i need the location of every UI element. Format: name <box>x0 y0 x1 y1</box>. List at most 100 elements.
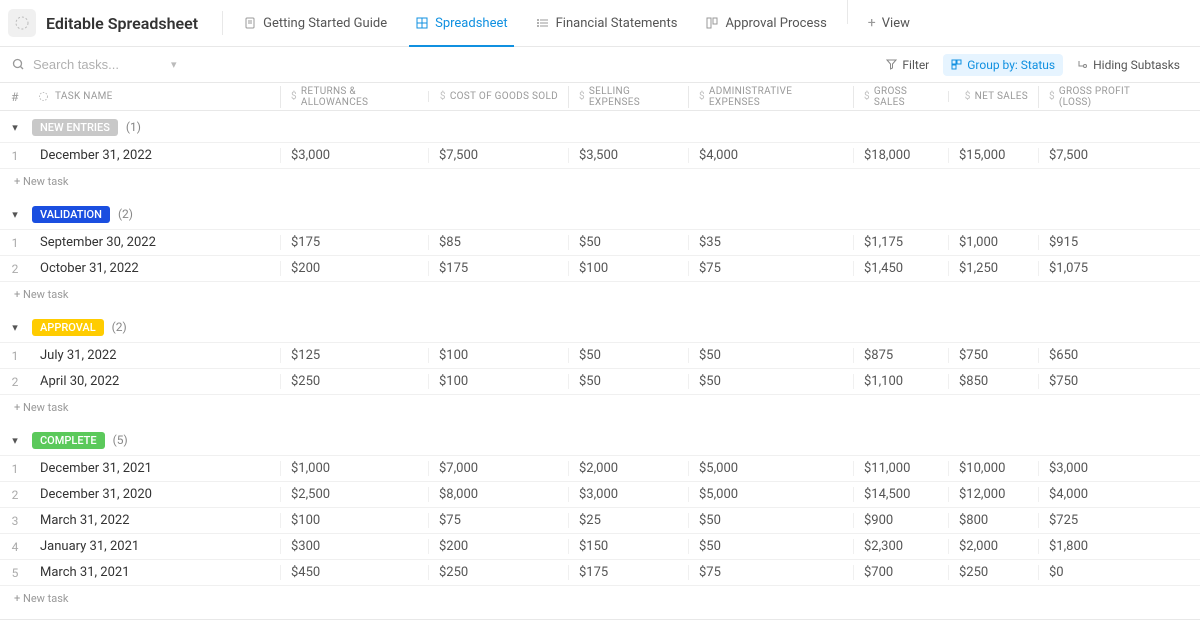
cell-net-sales[interactable]: $15,000 <box>948 148 1038 163</box>
col-returns[interactable]: $RETURNS & ALLOWANCES <box>280 86 428 108</box>
cell-returns[interactable]: $125 <box>280 348 428 363</box>
cell-returns[interactable]: $250 <box>280 374 428 389</box>
cell-gross-sales[interactable]: $1,175 <box>853 235 948 250</box>
col-admin[interactable]: $ADMINISTRATIVE EXPENSES <box>688 86 853 108</box>
tab-getting-started[interactable]: Getting Started Guide <box>229 0 401 47</box>
cell-admin[interactable]: $5,000 <box>688 487 853 502</box>
cell-gross-profit[interactable]: $915 <box>1038 235 1170 250</box>
cell-returns[interactable]: $175 <box>280 235 428 250</box>
cell-admin[interactable]: $35 <box>688 235 853 250</box>
cell-selling[interactable]: $50 <box>568 374 688 389</box>
cell-cogs[interactable]: $100 <box>428 348 568 363</box>
cell-returns[interactable]: $200 <box>280 261 428 276</box>
table-row[interactable]: 3March 31, 2022$100$75$25$50$900$800$725 <box>0 507 1200 534</box>
tab-add-view[interactable]: + View <box>854 0 924 47</box>
task-name-cell[interactable]: December 31, 2021 <box>30 461 280 476</box>
cell-net-sales[interactable]: $250 <box>948 565 1038 580</box>
cell-selling[interactable]: $25 <box>568 513 688 528</box>
cell-cogs[interactable]: $175 <box>428 261 568 276</box>
cell-gross-profit[interactable]: $650 <box>1038 348 1170 363</box>
group-badge[interactable]: APPROVAL <box>32 319 104 336</box>
cell-admin[interactable]: $50 <box>688 348 853 363</box>
groupby-button[interactable]: Group by: Status <box>943 54 1063 76</box>
table-row[interactable]: 1December 31, 2021$1,000$7,000$2,000$5,0… <box>0 455 1200 482</box>
cell-net-sales[interactable]: $10,000 <box>948 461 1038 476</box>
cell-returns[interactable]: $2,500 <box>280 487 428 502</box>
new-task-button[interactable]: + New task <box>0 282 1200 311</box>
cell-admin[interactable]: $5,000 <box>688 461 853 476</box>
table-row[interactable]: 4January 31, 2021$300$200$150$50$2,300$2… <box>0 533 1200 560</box>
new-task-button[interactable]: + New task <box>0 395 1200 424</box>
cell-gross-sales[interactable]: $900 <box>853 513 948 528</box>
cell-cogs[interactable]: $200 <box>428 539 568 554</box>
app-icon[interactable] <box>8 9 36 37</box>
cell-cogs[interactable]: $250 <box>428 565 568 580</box>
table-row[interactable]: 1July 31, 2022$125$100$50$50$875$750$650 <box>0 342 1200 369</box>
new-task-button[interactable]: + New task <box>0 169 1200 198</box>
cell-gross-sales[interactable]: $11,000 <box>853 461 948 476</box>
table-row[interactable]: 2October 31, 2022$200$175$100$75$1,450$1… <box>0 255 1200 282</box>
cell-returns[interactable]: $1,000 <box>280 461 428 476</box>
cell-admin[interactable]: $50 <box>688 374 853 389</box>
filter-button[interactable]: Filter <box>878 54 937 76</box>
cell-admin[interactable]: $75 <box>688 261 853 276</box>
cell-cogs[interactable]: $7,000 <box>428 461 568 476</box>
table-row[interactable]: 2April 30, 2022$250$100$50$50$1,100$850$… <box>0 368 1200 395</box>
cell-gross-profit[interactable]: $7,500 <box>1038 148 1170 163</box>
cell-gross-sales[interactable]: $875 <box>853 348 948 363</box>
cell-gross-sales[interactable]: $1,100 <box>853 374 948 389</box>
cell-selling[interactable]: $2,000 <box>568 461 688 476</box>
cell-gross-sales[interactable]: $14,500 <box>853 487 948 502</box>
cell-returns[interactable]: $3,000 <box>280 148 428 163</box>
cell-net-sales[interactable]: $850 <box>948 374 1038 389</box>
cell-cogs[interactable]: $75 <box>428 513 568 528</box>
col-task[interactable]: TASK NAME <box>30 91 280 102</box>
cell-gross-profit[interactable]: $750 <box>1038 374 1170 389</box>
new-task-button[interactable]: + New task <box>0 586 1200 615</box>
cell-admin[interactable]: $4,000 <box>688 148 853 163</box>
cell-gross-profit[interactable]: $1,075 <box>1038 261 1170 276</box>
cell-net-sales[interactable]: $2,000 <box>948 539 1038 554</box>
cell-gross-sales[interactable]: $18,000 <box>853 148 948 163</box>
cell-selling[interactable]: $3,500 <box>568 148 688 163</box>
cell-selling[interactable]: $150 <box>568 539 688 554</box>
tab-spreadsheet[interactable]: Spreadsheet <box>401 0 522 47</box>
cell-admin[interactable]: $50 <box>688 513 853 528</box>
hiding-button[interactable]: Hiding Subtasks <box>1069 54 1188 76</box>
cell-selling[interactable]: $175 <box>568 565 688 580</box>
cell-returns[interactable]: $450 <box>280 565 428 580</box>
col-num[interactable]: # <box>0 90 30 104</box>
cell-gross-sales[interactable]: $700 <box>853 565 948 580</box>
cell-gross-sales[interactable]: $1,450 <box>853 261 948 276</box>
cell-gross-profit[interactable]: $3,000 <box>1038 461 1170 476</box>
group-caret[interactable]: ▾ <box>6 434 24 447</box>
cell-selling[interactable]: $50 <box>568 348 688 363</box>
cell-selling[interactable]: $3,000 <box>568 487 688 502</box>
table-row[interactable]: 5March 31, 2021$450$250$175$75$700$250$0 <box>0 559 1200 586</box>
task-name-cell[interactable]: September 30, 2022 <box>30 235 280 250</box>
cell-admin[interactable]: $50 <box>688 539 853 554</box>
col-gross-profit[interactable]: $GROSS PROFIT (LOSS) <box>1038 86 1170 108</box>
cell-cogs[interactable]: $100 <box>428 374 568 389</box>
task-name-cell[interactable]: December 31, 2020 <box>30 487 280 502</box>
group-badge[interactable]: VALIDATION <box>32 206 110 223</box>
col-gross-sales[interactable]: $GROSS SALES <box>853 86 948 108</box>
cell-net-sales[interactable]: $800 <box>948 513 1038 528</box>
cell-net-sales[interactable]: $750 <box>948 348 1038 363</box>
chevron-down-icon[interactable]: ▾ <box>171 58 177 71</box>
task-name-cell[interactable]: April 30, 2022 <box>30 374 280 389</box>
cell-gross-sales[interactable]: $2,300 <box>853 539 948 554</box>
cell-cogs[interactable]: $8,000 <box>428 487 568 502</box>
cell-admin[interactable]: $75 <box>688 565 853 580</box>
col-net-sales[interactable]: $NET SALES <box>948 91 1038 102</box>
task-name-cell[interactable]: December 31, 2022 <box>30 148 280 163</box>
task-name-cell[interactable]: March 31, 2022 <box>30 513 280 528</box>
cell-gross-profit[interactable]: $4,000 <box>1038 487 1170 502</box>
task-name-cell[interactable]: January 31, 2021 <box>30 539 280 554</box>
group-caret[interactable]: ▾ <box>6 321 24 334</box>
cell-net-sales[interactable]: $1,000 <box>948 235 1038 250</box>
cell-net-sales[interactable]: $1,250 <box>948 261 1038 276</box>
cell-cogs[interactable]: $7,500 <box>428 148 568 163</box>
tab-approval[interactable]: Approval Process <box>691 0 840 47</box>
group-badge[interactable]: COMPLETE <box>32 432 105 449</box>
